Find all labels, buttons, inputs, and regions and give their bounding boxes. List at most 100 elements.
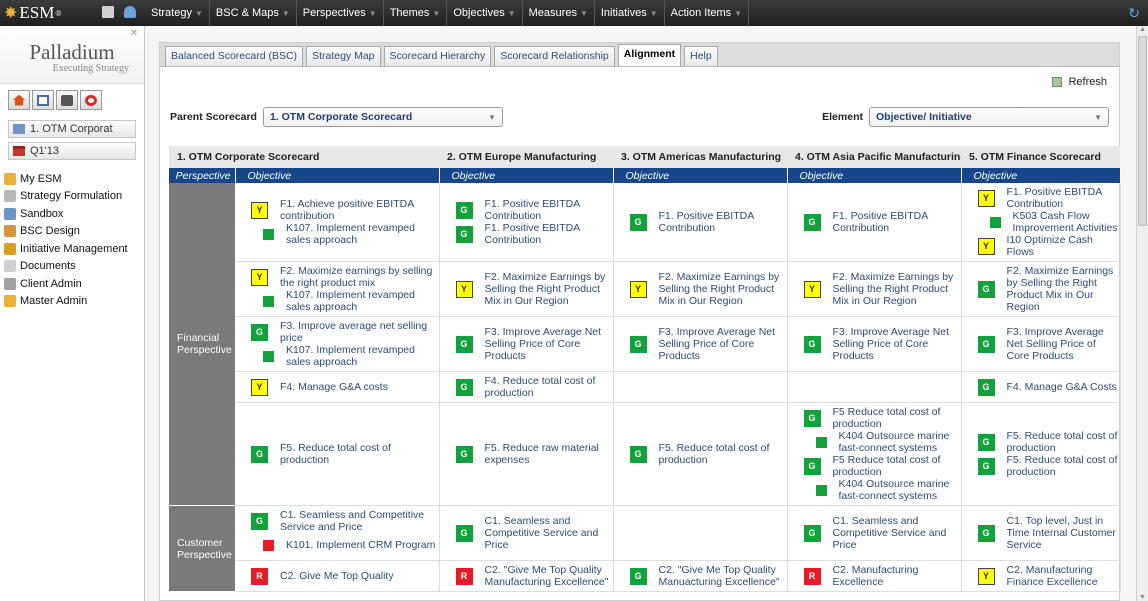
initiative-link[interactable]: K503 Cash Flow Improvement Activities bbox=[1001, 210, 1120, 234]
objective-link[interactable]: F1. Positive EBITDA Contribution bbox=[821, 210, 961, 234]
refresh-icon[interactable]: ↻ bbox=[1128, 5, 1140, 22]
refresh-link[interactable]: Refresh bbox=[1068, 76, 1107, 88]
scroll-down-icon[interactable]: ▼ bbox=[1139, 594, 1146, 601]
sidebar-item-master-admin[interactable]: Master Admin bbox=[0, 293, 144, 311]
objective-item[interactable]: G C1. Top level, Just in Time Internal Cu… bbox=[962, 515, 1120, 551]
objective-item[interactable]: G F2. Maximize Earnings by Selling the Ri… bbox=[962, 265, 1120, 313]
objective-item[interactable]: Y C2. Manufacturing Finance Excellence bbox=[962, 564, 1120, 588]
objective-item[interactable]: G F4. Reduce total cost of production bbox=[440, 375, 613, 399]
print-button[interactable] bbox=[56, 90, 78, 110]
menu-objectives[interactable]: Objectives ▼ bbox=[447, 0, 523, 26]
sidebar-item-my-esm[interactable]: My ESM bbox=[0, 170, 144, 188]
objective-item[interactable]: Y I10 Optimize Cash Flows bbox=[962, 234, 1120, 258]
objective-link[interactable]: C2. "Give Me Top Quality Manuacturing Ex… bbox=[647, 564, 787, 588]
sidebar-item-bsc-design[interactable]: BSC Design bbox=[0, 223, 144, 241]
objective-link[interactable]: I10 Optimize Cash Flows bbox=[995, 234, 1120, 258]
initiative-item[interactable]: K107. Implement revamped sales approach bbox=[235, 289, 438, 313]
menu-action-items[interactable]: Action Items ▼ bbox=[665, 0, 750, 26]
close-sidebar-icon[interactable]: ✕ bbox=[130, 28, 138, 39]
objective-item[interactable]: G F3. Improve Average Net Selling Price o… bbox=[614, 326, 787, 362]
sidebar-item-sandbox[interactable]: Sandbox bbox=[0, 205, 144, 223]
initiative-item[interactable]: K503 Cash Flow Improvement Activities bbox=[962, 210, 1120, 234]
initiative-link[interactable]: K404 Outsource marine fast-connect syste… bbox=[827, 430, 961, 454]
objective-link[interactable]: F5 Reduce total cost of production bbox=[821, 406, 961, 430]
tab-help[interactable]: Help bbox=[684, 46, 718, 66]
menu-initiatives[interactable]: Initiatives ▼ bbox=[595, 0, 665, 26]
tab-strategy-map[interactable]: Strategy Map bbox=[306, 46, 381, 66]
objective-link[interactable]: F1. Positive EBITDA Contribution bbox=[473, 222, 613, 246]
sidebar-item-client-admin[interactable]: Client Admin bbox=[0, 275, 144, 293]
initiative-link[interactable]: K107. Implement revamped sales approach bbox=[274, 222, 438, 246]
objective-link[interactable]: C2. Manufacturing Excellence bbox=[821, 564, 961, 588]
objective-link[interactable]: C1. Seamless and Competitive Service and… bbox=[268, 509, 438, 533]
objective-item[interactable]: G F5. Reduce raw material expenses bbox=[440, 442, 613, 466]
book-icon[interactable] bbox=[102, 6, 114, 18]
period-selector[interactable]: Q1'13 bbox=[8, 142, 136, 160]
menu-perspectives[interactable]: Perspectives ▼ bbox=[297, 0, 384, 26]
objective-link[interactable]: F1. Achieve positive EBITDA contribution bbox=[268, 198, 438, 222]
objective-item[interactable]: G F3. Improve Average Net Selling Price o… bbox=[962, 326, 1120, 362]
initiative-item[interactable]: K101. Implement CRM Program bbox=[235, 533, 438, 557]
home-button[interactable] bbox=[8, 90, 30, 110]
initiative-link[interactable]: K404 Outsource marine fast-connect syste… bbox=[827, 478, 961, 502]
objective-item[interactable]: G F5. Reduce total cost of production bbox=[614, 442, 787, 466]
objective-link[interactable]: F2. Maximize Earnings by Selling the Rig… bbox=[995, 265, 1120, 313]
tab-scorecard-relationship[interactable]: Scorecard Relationship bbox=[494, 46, 615, 66]
objective-item[interactable]: G C1. Seamless and Competitive Service an… bbox=[235, 509, 438, 533]
objective-link[interactable]: F1. Positive EBITDA Contribution bbox=[473, 198, 613, 222]
help-button[interactable] bbox=[80, 90, 102, 110]
initiative-link[interactable]: K107. Implement revamped sales approach bbox=[274, 344, 438, 368]
objective-item[interactable]: G F3. Improve Average Net Selling Price o… bbox=[440, 326, 613, 362]
objective-item[interactable]: G C2. "Give Me Top Quality Manuacturing E… bbox=[614, 564, 787, 588]
esm-logo[interactable]: ✸ ESM ® bbox=[0, 0, 145, 26]
objective-item[interactable]: G F3. Improve Average Net Selling Price o… bbox=[788, 326, 961, 362]
objective-link[interactable]: F5 Reduce total cost of production bbox=[821, 454, 961, 478]
objective-link[interactable]: C1. Seamless and Competitive Service and… bbox=[821, 515, 961, 551]
objective-item[interactable]: G F1. Positive EBITDA Contribution bbox=[440, 198, 613, 222]
objective-item[interactable]: Y F2. Maximize earnings by selling the ri… bbox=[235, 265, 438, 289]
sidebar-item-initiative-management[interactable]: Initiative Management bbox=[0, 240, 144, 258]
objective-link[interactable]: F4. Manage G&A Costs bbox=[995, 381, 1117, 393]
objective-item[interactable]: G F1. Positive EBITDA Contribution bbox=[788, 210, 961, 234]
objective-link[interactable]: C2. Manufacturing Finance Excellence bbox=[995, 564, 1120, 588]
user-icon[interactable] bbox=[124, 6, 136, 18]
objective-item[interactable]: Y F2. Maximize Earnings by Selling the Ri… bbox=[788, 271, 961, 307]
objective-link[interactable]: F5. Reduce raw material expenses bbox=[473, 442, 613, 466]
objective-item[interactable]: G F5. Reduce total cost of production bbox=[962, 454, 1120, 478]
refresh-icon[interactable] bbox=[1052, 77, 1063, 87]
initiative-item[interactable]: K404 Outsource marine fast-connect syste… bbox=[788, 430, 961, 454]
objective-link[interactable]: C1. Top level, Just in Time Internal Cus… bbox=[995, 515, 1120, 551]
objective-link[interactable]: F1. Positive EBITDA Contribution bbox=[647, 210, 787, 234]
objective-item[interactable]: Y F4. Manage G&A costs bbox=[235, 375, 438, 399]
objective-link[interactable]: C1. Seamless and Competitive Service and… bbox=[473, 515, 613, 551]
objective-link[interactable]: F5. Reduce total cost of production bbox=[995, 454, 1120, 478]
tab-alignment[interactable]: Alignment bbox=[617, 44, 682, 66]
initiative-link[interactable]: K107. Implement revamped sales approach bbox=[274, 289, 438, 313]
objective-item[interactable]: G F1. Positive EBITDA Contribution bbox=[440, 222, 613, 246]
objective-item[interactable]: R C2. Give Me Top Quality bbox=[235, 564, 438, 588]
objective-item[interactable]: R C2. Manufacturing Excellence bbox=[788, 564, 961, 588]
objective-item[interactable]: Y F1. Achieve positive EBITDA contributio… bbox=[235, 198, 438, 222]
objective-item[interactable]: G F5. Reduce total cost of production bbox=[235, 442, 438, 466]
tab-scorecard-hierarchy[interactable]: Scorecard Hierarchy bbox=[383, 46, 492, 66]
initiative-item[interactable]: K107. Implement revamped sales approach bbox=[235, 344, 438, 368]
scroll-up-icon[interactable]: ▲ bbox=[1139, 26, 1146, 33]
window-button[interactable] bbox=[32, 90, 54, 110]
objective-link[interactable]: F5. Reduce total cost of production bbox=[268, 442, 438, 466]
objective-item[interactable]: G C1. Seamless and Competitive Service an… bbox=[788, 515, 961, 551]
objective-link[interactable]: F3. Improve average net selling price bbox=[268, 320, 438, 344]
sidebar-item-documents[interactable]: Documents bbox=[0, 258, 144, 276]
objective-link[interactable]: C2. "Give Me Top Quality Manufacturing E… bbox=[473, 564, 613, 588]
element-select[interactable]: Objective/ Initiative ▼ bbox=[869, 107, 1109, 127]
objective-link[interactable]: F5. Reduce total cost of production bbox=[995, 430, 1120, 454]
objective-item[interactable]: Y F1. Positive EBITDA Contribution bbox=[962, 186, 1120, 210]
initiative-item[interactable]: K404 Outsource marine fast-connect syste… bbox=[788, 478, 961, 502]
menu-measures[interactable]: Measures ▼ bbox=[523, 0, 595, 26]
parent-scorecard-select[interactable]: 1. OTM Corporate Scorecard ▼ bbox=[262, 107, 503, 127]
objective-link[interactable]: F3. Improve Average Net Selling Price of… bbox=[473, 326, 613, 362]
objective-item[interactable]: Y F2. Maximize Earnings by Selling the Ri… bbox=[440, 271, 613, 307]
objective-link[interactable]: C2. Give Me Top Quality bbox=[268, 570, 394, 582]
objective-item[interactable]: G F3. Improve average net selling price bbox=[235, 320, 438, 344]
objective-link[interactable]: F1. Positive EBITDA Contribution bbox=[995, 186, 1120, 210]
objective-link[interactable]: F4. Manage G&A costs bbox=[268, 381, 388, 393]
